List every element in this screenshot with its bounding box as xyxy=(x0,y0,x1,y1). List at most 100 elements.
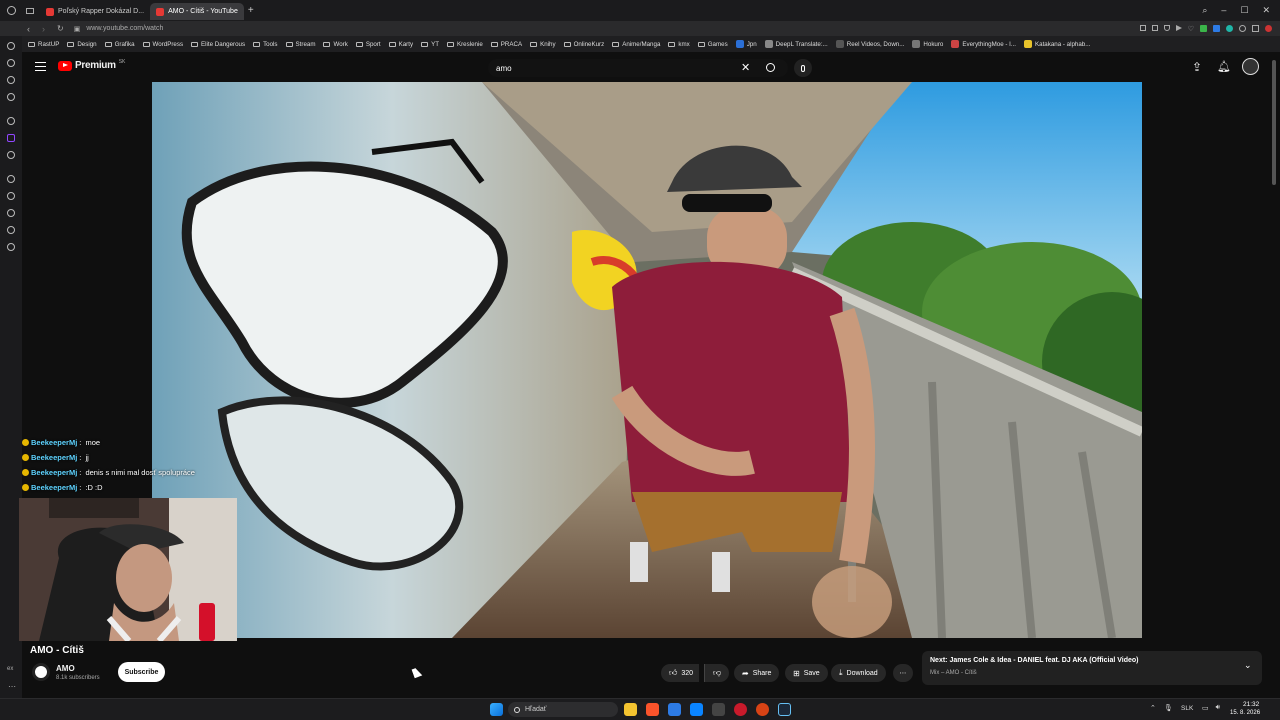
bookmark-item[interactable]: Kreslenie xyxy=(443,41,487,48)
bookmark-item[interactable]: Reel Videos, Down... xyxy=(832,40,909,48)
more-actions-button[interactable]: ⋯ xyxy=(893,664,913,682)
minimize-icon[interactable]: – xyxy=(1221,5,1226,16)
bookmark-item[interactable]: Work xyxy=(319,41,351,48)
clear-search-icon[interactable]: ✕ xyxy=(741,61,750,74)
bookmark-icon[interactable] xyxy=(1139,24,1146,31)
bookmark-item[interactable]: OnlineKurz xyxy=(560,41,609,48)
extension-green-icon[interactable] xyxy=(1200,24,1207,32)
opera-icon[interactable] xyxy=(734,703,747,716)
bookmark-item[interactable]: Stream xyxy=(282,41,320,48)
brave-browser-icon[interactable] xyxy=(646,703,659,716)
app-icon[interactable] xyxy=(756,703,769,716)
bookmark-item[interactable]: Katakana - alphab... xyxy=(1020,40,1094,48)
sidebar-app-icon[interactable] xyxy=(7,226,15,234)
bookmark-item[interactable]: Knihy xyxy=(526,41,559,48)
app-icon[interactable] xyxy=(668,703,681,716)
chevron-down-icon[interactable]: ⌄ xyxy=(1244,660,1252,671)
clock-time[interactable]: 21:32 xyxy=(1243,701,1259,708)
forward-icon[interactable]: › xyxy=(42,24,45,34)
maximize-icon[interactable]: ☐ xyxy=(1240,5,1248,16)
save-button[interactable]: ⊞ Save xyxy=(785,664,828,682)
bookmark-item[interactable]: RastUP xyxy=(24,41,63,48)
new-tab-button[interactable]: + xyxy=(248,5,254,16)
play-icon[interactable] xyxy=(1175,24,1182,31)
share-button[interactable]: ➦ Share xyxy=(734,664,780,682)
dislike-button[interactable]: 👎︎ xyxy=(704,664,730,682)
tab-list-icon[interactable] xyxy=(26,7,34,14)
browser-menu-icon[interactable] xyxy=(7,6,16,15)
calculator-icon[interactable] xyxy=(712,703,725,716)
page-scrollbar[interactable] xyxy=(1272,60,1276,185)
taskbar-search-input[interactable]: Hľadať xyxy=(508,702,618,717)
sidebar-app-icon[interactable] xyxy=(7,76,15,84)
reload-icon[interactable]: ↻ xyxy=(57,24,64,33)
url-field[interactable]: www.youtube.com/watch xyxy=(86,25,163,32)
video-player[interactable] xyxy=(152,82,1142,638)
site-settings-icon[interactable]: ▣ xyxy=(74,25,81,33)
tab-amo-citis[interactable]: AMO - Cítiš - YouTube xyxy=(150,3,244,20)
bookmark-item[interactable]: Elite Dangerous xyxy=(187,41,249,48)
more-dots-icon[interactable]: ⋯ xyxy=(8,682,16,691)
microphone-icon[interactable]: 🎙︎ xyxy=(1164,704,1173,712)
shield-icon[interactable] xyxy=(1163,24,1170,31)
bookmark-item[interactable]: Sport xyxy=(352,41,385,48)
bookmark-item[interactable]: Games xyxy=(694,41,732,48)
clock-date[interactable]: 15. 8. 2026 xyxy=(1230,710,1260,716)
notifications-bell-icon[interactable]: 🔔︎ xyxy=(1217,60,1231,73)
channel-name[interactable]: AMO xyxy=(56,664,75,673)
hamburger-menu-icon[interactable] xyxy=(35,62,46,71)
close-window-icon[interactable]: ✕ xyxy=(1262,5,1270,16)
camera-icon[interactable] xyxy=(1151,24,1158,31)
like-button[interactable]: 👍︎ 320 xyxy=(661,664,700,682)
sidebar-app-icon[interactable] xyxy=(7,151,15,159)
send-icon[interactable] xyxy=(7,192,15,200)
extension-blue-icon[interactable] xyxy=(1213,24,1220,32)
mail-icon[interactable] xyxy=(690,703,703,716)
create-upload-icon[interactable]: ⇪ xyxy=(1192,60,1202,74)
bookmark-item[interactable]: Tools xyxy=(249,41,281,48)
bookmark-item[interactable]: Design xyxy=(63,41,100,48)
bookmark-item[interactable]: YT xyxy=(417,41,443,48)
extension-teal-icon[interactable] xyxy=(1226,24,1233,32)
windows-start-icon[interactable] xyxy=(490,703,503,716)
sidebar-app-icon[interactable] xyxy=(7,209,15,217)
channel-avatar[interactable] xyxy=(32,663,50,681)
bookmark-item[interactable]: Jpn xyxy=(732,40,761,48)
bookmark-item[interactable]: Hokuro xyxy=(908,40,947,48)
tab-polsky-rapper[interactable]: Poľský Rapper Dokázal D... xyxy=(40,3,150,20)
extensions-puzzle-icon[interactable] xyxy=(1252,24,1259,32)
bookmark-item[interactable]: Grafika xyxy=(101,41,139,48)
bookmark-item[interactable]: PRACA xyxy=(487,41,526,48)
sidebar-app-icon[interactable] xyxy=(7,59,15,67)
search-tabs-icon[interactable]: ⌕ xyxy=(1202,5,1207,16)
menu-dots-icon[interactable] xyxy=(1265,24,1272,32)
twitch-icon[interactable] xyxy=(7,134,15,142)
file-explorer-icon[interactable] xyxy=(624,703,637,716)
chevron-up-icon[interactable]: ⌃ xyxy=(1150,704,1156,712)
avatar[interactable] xyxy=(1242,58,1259,75)
youtube-logo[interactable]: Premium SK xyxy=(58,59,125,71)
sidebar-app-icon[interactable] xyxy=(7,243,15,251)
bookmark-item[interactable]: kmx xyxy=(664,41,693,48)
subscribe-button[interactable]: Subscribe xyxy=(118,662,165,682)
up-next-box[interactable]: Next: James Cole & Idea - DANIEL feat. D… xyxy=(922,651,1262,685)
bookmark-item[interactable]: Anime/Manga xyxy=(608,41,664,48)
sidebar-app-icon[interactable] xyxy=(7,117,15,125)
download-button[interactable]: ⤓ Download xyxy=(831,664,886,682)
language-indicator[interactable]: SLK xyxy=(1181,705,1193,712)
voice-search-icon[interactable] xyxy=(794,59,812,77)
sidebar-app-icon[interactable] xyxy=(7,42,15,50)
sidebar-app-icon[interactable] xyxy=(7,93,15,101)
settings-icon[interactable] xyxy=(1239,24,1246,32)
back-icon[interactable]: ‹ xyxy=(27,24,30,34)
steam-icon[interactable] xyxy=(778,703,791,716)
bookmark-item[interactable]: Karty xyxy=(385,41,417,48)
bookmark-item[interactable]: EverythingMoe - I... xyxy=(947,40,1020,48)
bookmark-item[interactable]: WordPress xyxy=(139,41,188,48)
system-tray[interactable]: ▭ 🔊︎ xyxy=(1202,704,1220,712)
sidebar-app-icon[interactable] xyxy=(7,175,15,183)
search-icon[interactable] xyxy=(766,63,775,72)
bookmark-item[interactable]: DeepL Translate:... xyxy=(761,40,832,48)
heart-icon[interactable]: ♡ xyxy=(1188,25,1194,33)
search-input[interactable]: amo ✕ xyxy=(488,59,788,77)
